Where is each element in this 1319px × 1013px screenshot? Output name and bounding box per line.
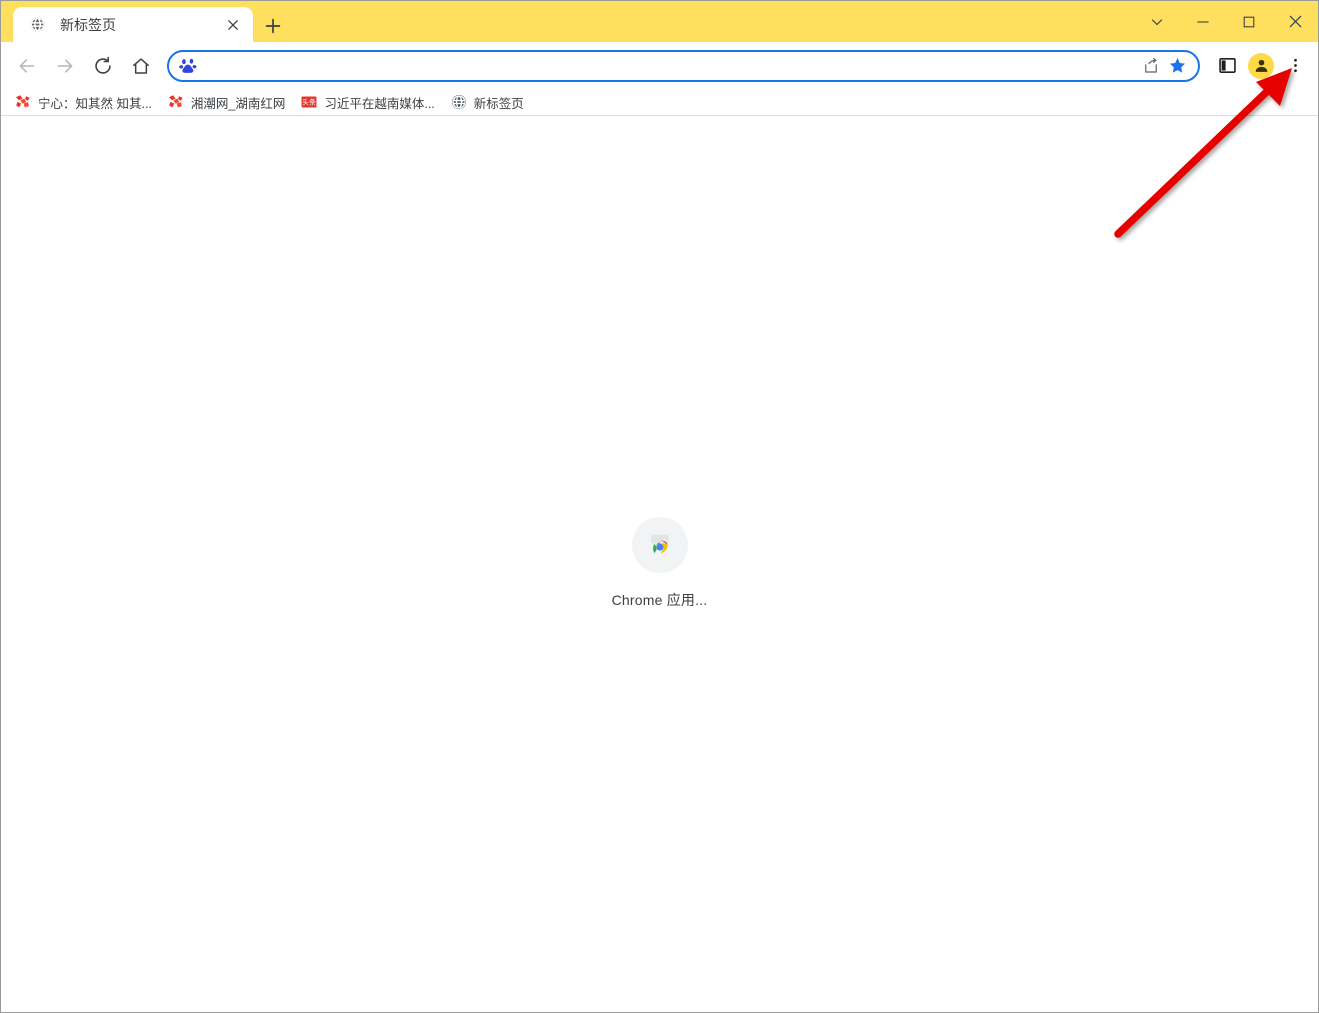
- close-button[interactable]: [1272, 1, 1318, 42]
- chevron-down-icon: [1151, 18, 1163, 25]
- arrow-right-icon: [57, 58, 73, 73]
- bookmark-item[interactable]: 头条 习近平在越南媒体...: [293, 91, 442, 113]
- bookmark-star-icon[interactable]: [1164, 53, 1190, 79]
- reload-button[interactable]: [87, 50, 119, 82]
- browser-toolbar: [1, 42, 1318, 89]
- bookmark-label: 新标签页: [473, 96, 524, 111]
- forward-button[interactable]: [49, 50, 81, 82]
- maximize-button[interactable]: [1226, 1, 1272, 42]
- globe-icon: [451, 94, 467, 110]
- three-dots-icon: [1293, 58, 1297, 73]
- close-icon[interactable]: [223, 15, 243, 35]
- chrome-apps-icon: [631, 517, 688, 573]
- side-panel-icon: [1218, 58, 1236, 73]
- window-caption-buttons: [1134, 1, 1318, 42]
- minimize-icon: [1197, 20, 1209, 23]
- bookmarks-bar: 宁心：知其然 知其... 湘潮网_湖南红网 头条 习近平在越南媒体... 新标签…: [1, 89, 1318, 116]
- arrow-left-icon: [19, 58, 35, 73]
- page-content: Chrome 应用... 电脑技术网 www.tagxp.com TAG 极光下…: [1, 117, 1318, 1012]
- new-tab-button[interactable]: [259, 12, 287, 40]
- svg-text:头条: 头条: [302, 98, 316, 107]
- person-icon: [1255, 59, 1267, 72]
- bookmark-label: 习近平在越南媒体...: [324, 96, 435, 111]
- bookmark-item[interactable]: 湘潮网_湖南红网: [160, 91, 293, 113]
- tab-new-tab-page[interactable]: 新标签页: [13, 7, 253, 42]
- reload-icon: [95, 56, 111, 74]
- chrome-apps-shortcut[interactable]: Chrome 应用...: [1, 517, 1318, 610]
- baidu-paw-icon: [179, 57, 197, 75]
- globe-icon: [29, 16, 46, 33]
- sohu-icon: [168, 94, 184, 110]
- tab-search-button[interactable]: [1134, 1, 1180, 42]
- toutiao-icon: 头条: [301, 94, 317, 110]
- address-bar[interactable]: [167, 49, 1200, 82]
- share-icon[interactable]: [1138, 53, 1164, 79]
- bookmark-label: 宁心：知其然 知其...: [38, 96, 152, 111]
- toolbar-menu-button[interactable]: [1280, 51, 1310, 81]
- tab-title: 新标签页: [60, 16, 116, 33]
- back-button[interactable]: [11, 50, 43, 82]
- chrome-apps-label: Chrome 应用...: [611, 592, 708, 608]
- maximize-icon: [1243, 16, 1255, 27]
- plus-icon: [265, 18, 281, 34]
- home-button[interactable]: [125, 50, 157, 82]
- home-icon: [133, 57, 149, 74]
- sohu-icon: [15, 94, 31, 110]
- bookmark-item[interactable]: 新标签页: [443, 91, 532, 113]
- close-icon: [1289, 15, 1301, 28]
- bookmark-label: 湘潮网_湖南红网: [190, 96, 286, 111]
- toolbar-right-actions: [1208, 51, 1318, 81]
- profile-avatar[interactable]: [1248, 52, 1274, 79]
- minimize-button[interactable]: [1180, 1, 1226, 42]
- title-bar: 新标签页: [1, 1, 1318, 42]
- side-panel-button[interactable]: [1212, 51, 1242, 81]
- address-input[interactable]: [197, 52, 1138, 79]
- browser-window: 新标签页 宁心：知其然 知其... 湘潮网_湖南红网 头条 习近平在越南媒体..…: [0, 0, 1319, 1013]
- bookmark-item[interactable]: 宁心：知其然 知其...: [7, 91, 160, 113]
